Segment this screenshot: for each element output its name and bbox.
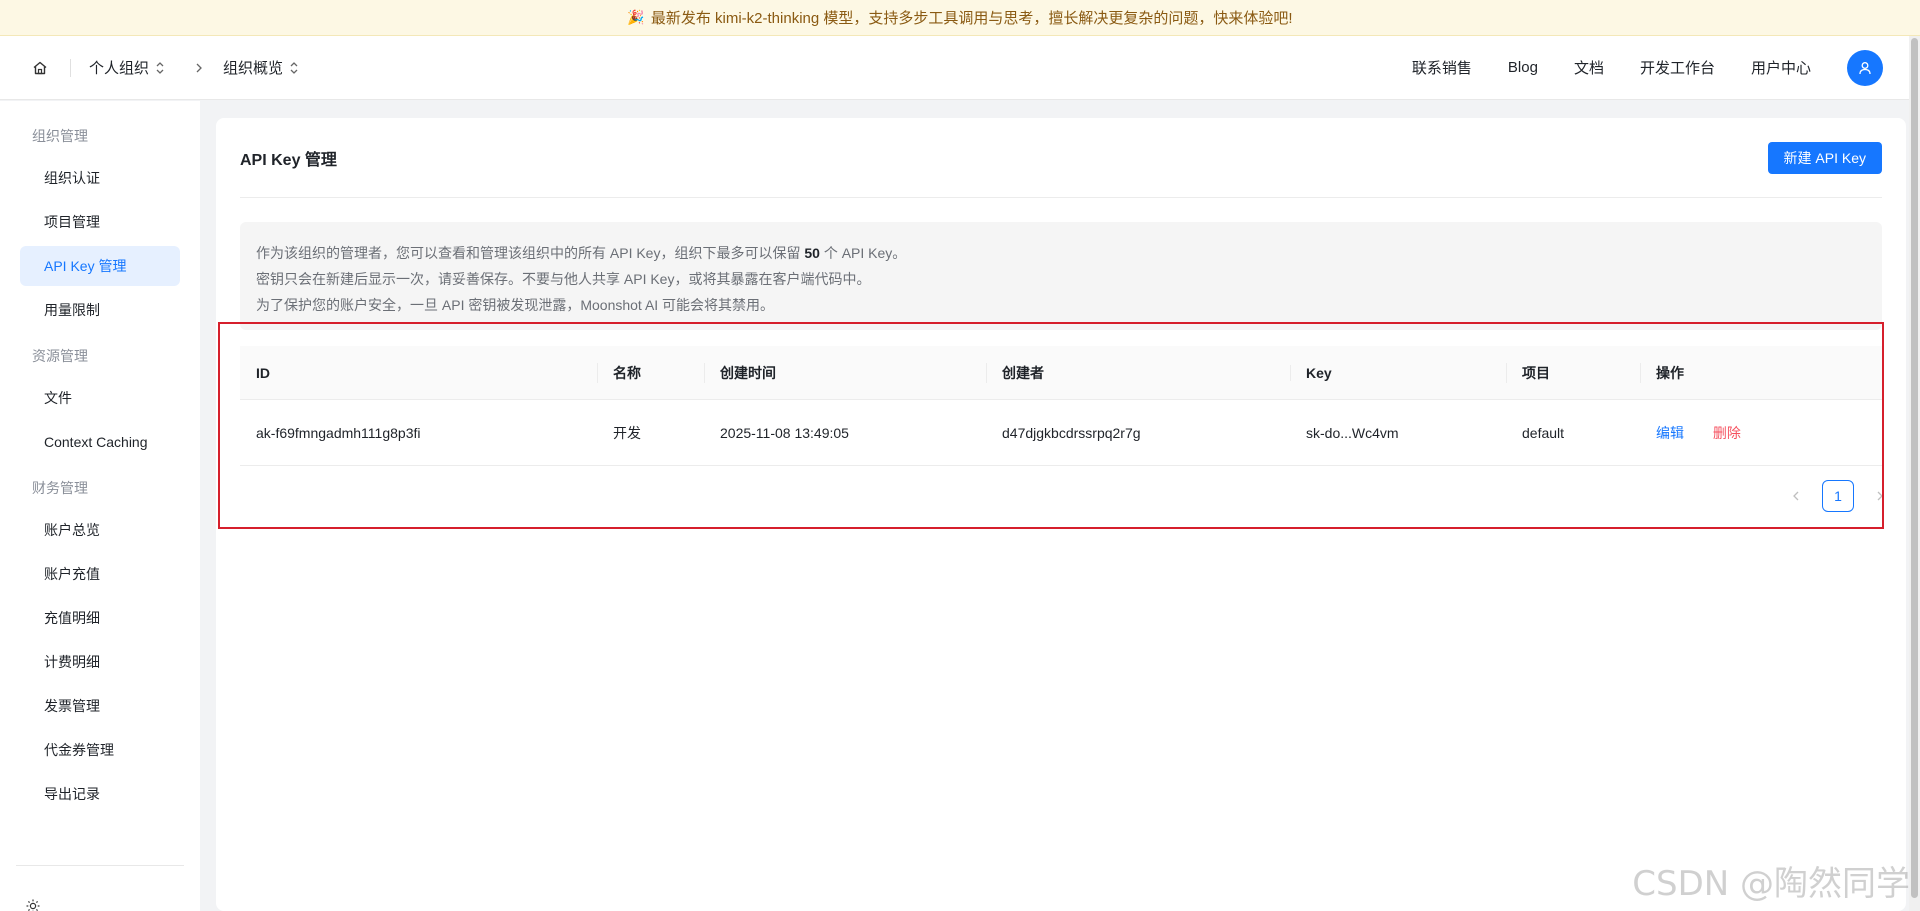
sidebar-group-resources: 资源管理	[32, 348, 88, 364]
sidebar-item-api-keys[interactable]: API Key 管理	[20, 246, 180, 286]
watermark: CSDN @陶然同学	[1632, 864, 1910, 904]
chevron-right-icon	[195, 62, 203, 74]
sidebar-item-invoices[interactable]: 发票管理	[20, 686, 180, 726]
nav-contact-sales[interactable]: 联系销售	[1412, 57, 1472, 78]
page-scrollbar[interactable]	[1909, 36, 1920, 911]
nav-docs[interactable]: 文档	[1574, 57, 1604, 78]
sidebar-item-vouchers[interactable]: 代金券管理	[20, 730, 180, 770]
org-name: 个人组织	[89, 60, 150, 77]
nav-blog[interactable]: Blog	[1508, 59, 1538, 76]
nav-links: 联系销售 Blog 文档 开发工作台 用户中心	[1412, 49, 1909, 86]
org-switcher[interactable]: 个人组织	[89, 57, 165, 78]
notice-line-1: 作为该组织的管理者，您可以查看和管理该组织中的所有 API Key，组织下最多可…	[256, 245, 907, 261]
announcement-banner[interactable]: 🎉 最新发布 kimi-k2-thinking 模型，支持多步工具调用与思考，擅…	[0, 0, 1920, 36]
sidebar: 组织管理 组织认证 项目管理 API Key 管理 用量限制 资源管理 文件 C…	[0, 101, 200, 911]
highlight-box	[218, 322, 1884, 529]
page-name: 组织概览	[223, 60, 284, 77]
sidebar-item-context-caching[interactable]: Context Caching	[20, 422, 180, 462]
page-title: API Key 管理	[240, 151, 337, 169]
info-notice: 作为该组织的管理者，您可以查看和管理该组织中的所有 API Key，组织下最多可…	[240, 222, 1882, 330]
new-api-key-button[interactable]: 新建 API Key	[1767, 141, 1882, 174]
sidebar-divider	[16, 865, 184, 866]
party-popper-icon: 🎉	[627, 9, 645, 25]
nav-console[interactable]: 开发工作台	[1640, 57, 1715, 78]
chevron-updown-icon	[289, 61, 299, 75]
sidebar-item-files[interactable]: 文件	[20, 378, 180, 418]
sidebar-group-finance: 财务管理	[32, 480, 88, 496]
card-header: API Key 管理 新建 API Key	[240, 118, 1882, 198]
sidebar-item-recharge[interactable]: 账户充值	[20, 554, 180, 594]
scrollbar-thumb[interactable]	[1911, 38, 1918, 898]
user-icon	[1859, 61, 1871, 74]
notice-line-2: 密钥只会在新建后显示一次，请妥善保存。不要与他人共享 API Key，或将其暴露…	[256, 271, 871, 287]
sidebar-item-export-records[interactable]: 导出记录	[20, 774, 180, 814]
notice-line-3: 为了保护您的账户安全，一旦 API 密钥被发现泄露，Moonshot AI 可能…	[256, 297, 775, 313]
page-switcher[interactable]: 组织概览	[223, 57, 299, 78]
user-avatar[interactable]	[1847, 49, 1883, 86]
sidebar-item-usage-limits[interactable]: 用量限制	[20, 290, 180, 330]
sidebar-item-billing-details[interactable]: 计费明细	[20, 642, 180, 682]
announcement-text: 最新发布 kimi-k2-thinking 模型，支持多步工具调用与思考，擅长解…	[650, 10, 1293, 27]
chevron-updown-icon	[155, 61, 165, 75]
home-icon[interactable]	[30, 58, 50, 78]
sidebar-item-account-overview[interactable]: 账户总览	[20, 510, 180, 550]
sidebar-item-projects[interactable]: 项目管理	[20, 202, 180, 242]
sun-icon[interactable]	[26, 899, 40, 911]
top-navigation: 个人组织 组织概览 联系销售 Blog 文档 开发工作台 用户中心	[0, 36, 1909, 100]
divider	[70, 58, 71, 77]
nav-user-center[interactable]: 用户中心	[1751, 57, 1811, 78]
sidebar-item-recharge-details[interactable]: 充值明细	[20, 598, 180, 638]
sidebar-item-org-verify[interactable]: 组织认证	[20, 158, 180, 198]
max-key-count: 50	[804, 245, 820, 261]
sidebar-group-org: 组织管理	[32, 128, 88, 144]
